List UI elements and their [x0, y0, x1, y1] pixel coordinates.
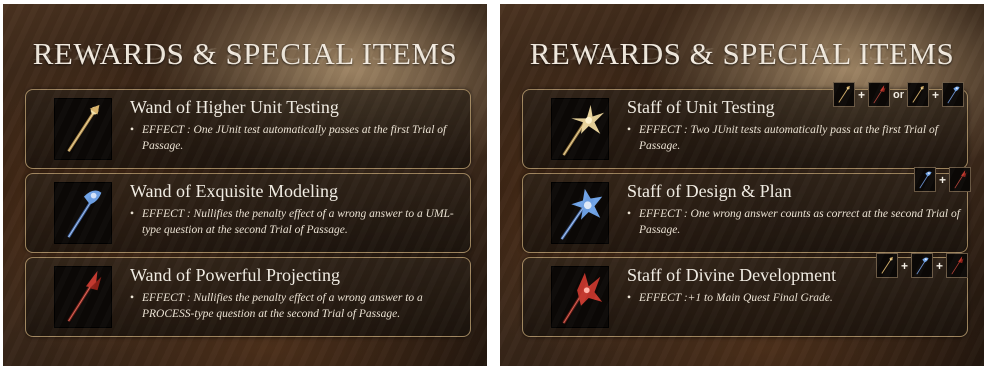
plus-sign: + [901, 258, 909, 273]
item-name: Staff of Unit Testing [627, 97, 775, 117]
golden-wand-icon [833, 82, 855, 107]
item-effect: • EFFECT : One JUnit test automatically … [130, 123, 466, 154]
item-name: Wand of Higher Unit Testing [130, 97, 339, 117]
plus-sign: + [858, 87, 866, 102]
item-effect: • EFFECT : One wrong answer counts as co… [627, 207, 963, 238]
bullet: • [627, 292, 632, 304]
bullet: • [627, 208, 632, 220]
item-name: Staff of Divine Development [627, 265, 837, 285]
crafting-recipe-staff-design-plan: + [914, 167, 972, 192]
or-label: or [893, 88, 905, 101]
panel-title-reflection: REWARDS & SPECIAL ITEMS [32, 44, 458, 64]
red-staff-icon [551, 266, 609, 328]
left-rewards-panel: REWARDS & SPECIAL ITEMS REWARDS & SPECIA… [3, 4, 487, 366]
red-wand-icon [946, 253, 969, 278]
plus-sign: + [932, 87, 940, 102]
golden-wand-icon [54, 98, 112, 160]
item-effect: • EFFECT : Two JUnit tests automatically… [627, 123, 963, 154]
blue-wand-icon [942, 82, 965, 107]
blue-wand-icon [914, 167, 936, 192]
item-name: Wand of Exquisite Modeling [130, 181, 339, 201]
plus-sign: + [939, 172, 947, 187]
reward-card-wand-modeling[interactable]: Wand of Exquisite Modeling • EFFECT : Nu… [25, 173, 471, 253]
effect-text: EFFECT : Nullifies the penalty effect of… [142, 208, 454, 236]
golden-wand-icon [907, 82, 930, 107]
bullet: • [130, 208, 135, 220]
item-effect: • EFFECT : Nullifies the penalty effect … [130, 207, 466, 238]
red-wand-icon [54, 266, 112, 328]
effect-text: EFFECT : Two JUnit tests automatically p… [639, 124, 938, 152]
panel-title-reflection: REWARDS & SPECIAL ITEMS [529, 44, 955, 64]
right-rewards-panel: REWARDS & SPECIAL ITEMS REWARDS & SPECIA… [500, 4, 984, 366]
plus-sign: + [936, 258, 944, 273]
crafting-recipe-staff-unit-testing: + or + [833, 82, 965, 107]
reward-card-wand-unit-testing[interactable]: Wand of Higher Unit Testing • EFFECT : O… [25, 89, 471, 169]
red-wand-icon [868, 82, 891, 107]
item-effect: • EFFECT : Nullifies the penalty effect … [130, 291, 466, 322]
reward-card-staff-design-plan[interactable]: Staff of Design & Plan • EFFECT : One wr… [522, 173, 968, 253]
blue-wand-icon [911, 253, 934, 278]
effect-text: EFFECT : Nullifies the penalty effect of… [142, 292, 423, 320]
blue-staff-icon [551, 182, 609, 244]
golden-staff-icon [551, 98, 609, 160]
crafting-recipe-staff-divine-development: + + [876, 253, 969, 278]
item-name: Wand of Powerful Projecting [130, 265, 341, 285]
reward-card-wand-projecting[interactable]: Wand of Powerful Projecting • EFFECT : N… [25, 257, 471, 337]
item-effect: • EFFECT :+1 to Main Quest Final Grade. [627, 291, 963, 307]
blue-wand-icon [54, 182, 112, 244]
effect-text: EFFECT : One wrong answer counts as corr… [639, 208, 960, 236]
red-wand-icon [949, 167, 972, 192]
bullet: • [130, 292, 135, 304]
effect-text: EFFECT : One JUnit test automatically pa… [142, 124, 447, 152]
effect-text: EFFECT :+1 to Main Quest Final Grade. [639, 292, 833, 304]
bullet: • [130, 124, 135, 136]
item-name: Staff of Design & Plan [627, 181, 792, 201]
golden-wand-icon [876, 253, 898, 278]
bullet: • [627, 124, 632, 136]
